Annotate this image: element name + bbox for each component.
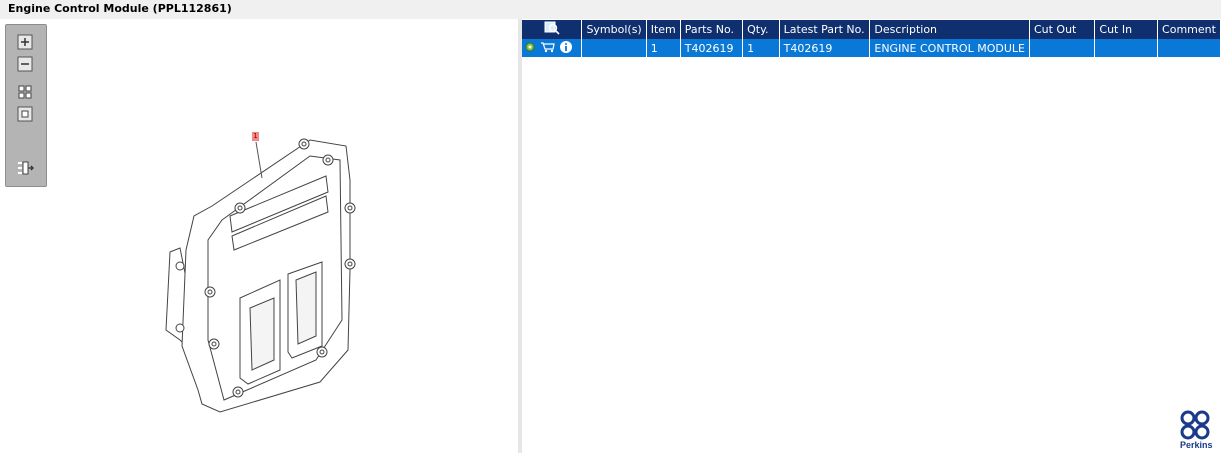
perkins-logo-text: Perkins bbox=[1180, 440, 1213, 450]
cell-cut-out bbox=[1029, 39, 1096, 57]
cell-symbols bbox=[581, 39, 647, 57]
fit-all-icon[interactable] bbox=[16, 83, 34, 101]
column-header-cut-in[interactable]: Cut In bbox=[1094, 20, 1159, 39]
table-header-row: Symbol(s) Item Parts No. Qty. Latest Par… bbox=[522, 20, 1221, 39]
cell-cut-in bbox=[1094, 39, 1159, 57]
table-row[interactable]: 1 T402619 1 T402619 ENGINE CONTROL MODUL… bbox=[522, 39, 1221, 57]
column-header-comment[interactable]: Comment bbox=[1157, 20, 1221, 39]
ecm-drawing[interactable] bbox=[150, 120, 370, 420]
window-titlebar: Engine Control Module (PPL112861) bbox=[0, 0, 1221, 19]
column-header-description[interactable]: Description bbox=[869, 20, 1030, 39]
column-header-filter[interactable] bbox=[522, 20, 583, 39]
info-icon[interactable] bbox=[559, 40, 573, 57]
zoom-in-icon[interactable] bbox=[16, 33, 34, 51]
cell-parts-no: T402619 bbox=[680, 39, 744, 57]
cell-comment bbox=[1157, 39, 1221, 57]
item-callout[interactable]: 1 bbox=[252, 132, 259, 141]
drawing-toolbox bbox=[5, 24, 47, 187]
gear-icon[interactable] bbox=[524, 41, 536, 56]
window-title: Engine Control Module (PPL112861) bbox=[8, 2, 232, 15]
column-header-qty[interactable]: Qty. bbox=[742, 20, 780, 39]
column-header-latest-part-no[interactable]: Latest Part No. bbox=[779, 20, 871, 39]
column-header-parts-no[interactable]: Parts No. bbox=[680, 20, 744, 39]
column-header-item[interactable]: Item bbox=[646, 20, 681, 39]
column-header-symbols[interactable]: Symbol(s) bbox=[581, 20, 647, 39]
column-header-cut-out[interactable]: Cut Out bbox=[1029, 20, 1096, 39]
parts-table: Symbol(s) Item Parts No. Qty. Latest Par… bbox=[522, 20, 1221, 57]
pane-splitter[interactable] bbox=[518, 19, 522, 453]
cell-description: ENGINE CONTROL MODULE bbox=[869, 39, 1030, 57]
zoom-out-icon[interactable] bbox=[16, 55, 34, 73]
row-actions-cell bbox=[522, 39, 583, 57]
shopping-cart-icon[interactable] bbox=[540, 41, 556, 56]
fit-window-icon[interactable] bbox=[16, 105, 34, 123]
export-list-icon[interactable] bbox=[16, 159, 34, 177]
cell-latest-part-no: T402619 bbox=[779, 39, 871, 57]
search-filter-icon[interactable] bbox=[544, 21, 560, 38]
cell-qty: 1 bbox=[742, 39, 780, 57]
cell-item: 1 bbox=[646, 39, 681, 57]
